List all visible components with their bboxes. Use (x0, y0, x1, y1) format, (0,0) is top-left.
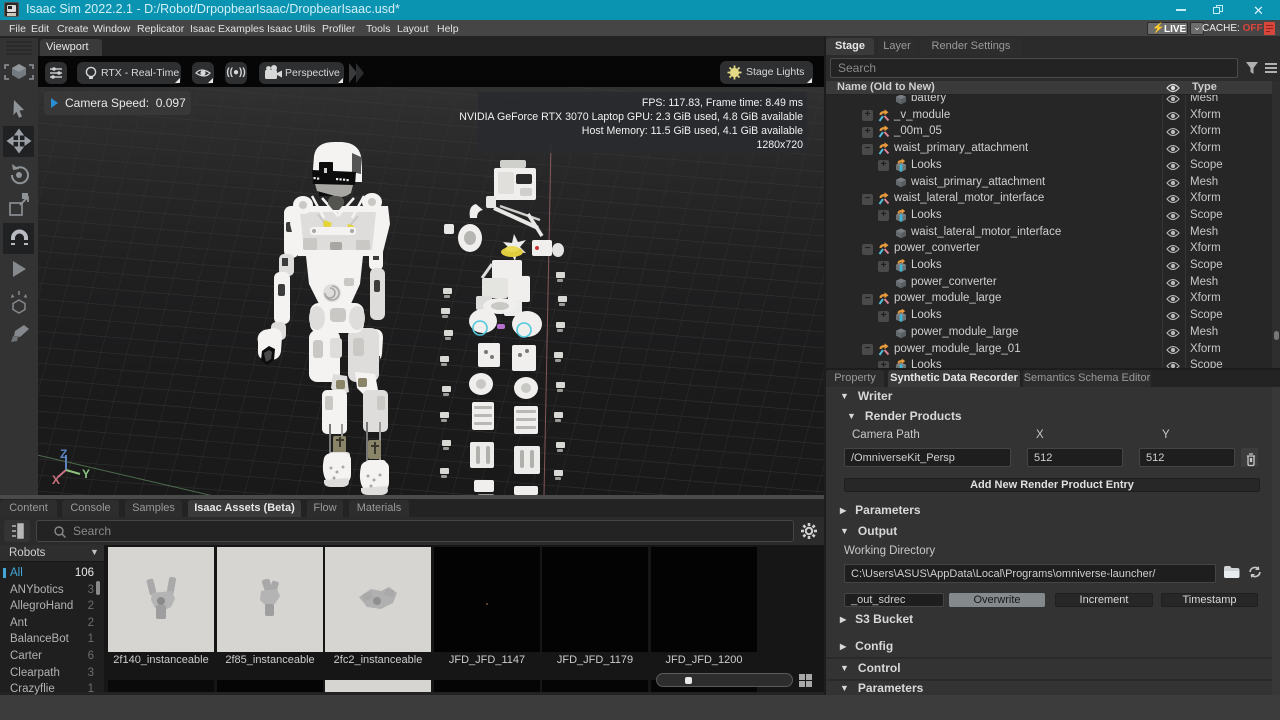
svg-text:X: X (52, 473, 60, 487)
svg-text:Z: Z (60, 447, 67, 461)
svg-text:Y: Y (82, 467, 90, 481)
